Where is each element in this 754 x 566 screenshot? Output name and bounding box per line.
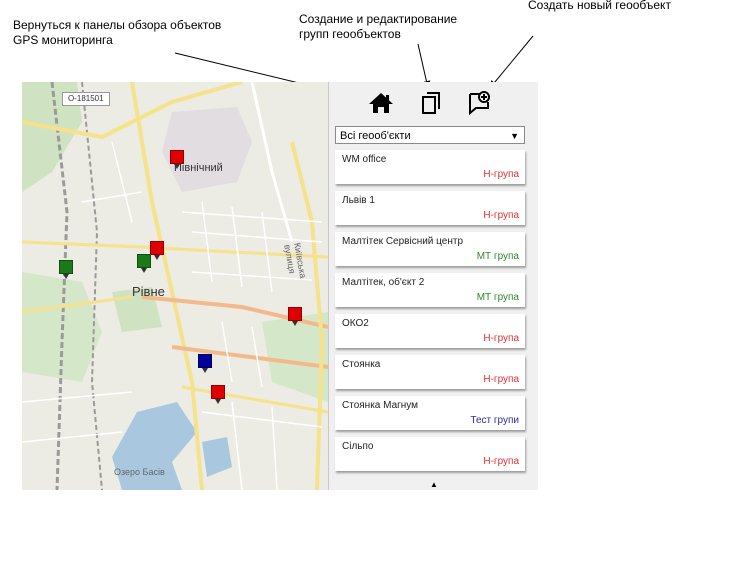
- geoobject-group: Н-група: [483, 169, 519, 180]
- geoobject-name: Львів 1: [342, 195, 375, 206]
- home-button[interactable]: [367, 90, 395, 116]
- geoobject-group: Тест групи: [470, 415, 519, 426]
- geoobject-list: WM office Н-група Львів 1 Н-група Малтіт…: [335, 150, 527, 478]
- geoobject-name: WM office: [342, 154, 387, 165]
- geoobject-group: МТ група: [476, 292, 519, 303]
- geoobject-name: ОКО2: [342, 318, 369, 329]
- scroll-arrow-icon[interactable]: ▲: [329, 480, 539, 490]
- geoobject-group: Н-група: [483, 456, 519, 467]
- geoobject-list-item[interactable]: Сільпо Н-група: [335, 437, 525, 471]
- geoobject-list-item[interactable]: Малтітек Сервісний центр МТ група: [335, 232, 525, 266]
- road-badge: О-181501: [62, 92, 110, 106]
- geoobject-marker[interactable]: [288, 307, 302, 326]
- annotation-create-new: Создать новый геообъект: [528, 0, 671, 12]
- home-icon: [369, 93, 393, 113]
- geoobject-name: Малтітек, об'єкт 2: [342, 277, 425, 288]
- geoobject-list-item[interactable]: ОКО2 Н-група: [335, 314, 525, 348]
- geoobjects-panel: Всі геооб'єкти ▼ WM office Н-група Львів…: [328, 82, 538, 490]
- create-geoobject-button[interactable]: [465, 90, 493, 116]
- geoobject-list-item[interactable]: WM office Н-група: [335, 150, 525, 184]
- map-label-lake: Озеро Басів: [114, 467, 165, 477]
- geoobject-marker[interactable]: [211, 385, 225, 404]
- geoobject-name: Сільпо: [342, 441, 374, 452]
- geoobject-marker[interactable]: [137, 254, 151, 273]
- geoobject-name: Малтітек Сервісний центр: [342, 236, 464, 247]
- geoobject-list-item[interactable]: Стоянка Н-група: [335, 355, 525, 389]
- geoobject-group: МТ група: [476, 251, 519, 262]
- map-label-rivne: Рівне: [132, 284, 165, 299]
- group-filter-value: Всі геооб'єкти: [340, 130, 411, 142]
- geoobject-name: Стоянка Магнум: [342, 400, 419, 411]
- geoobject-marker[interactable]: [198, 354, 212, 373]
- geoobject-list-item[interactable]: Стоянка Магнум Тест групи: [335, 396, 525, 430]
- geoobject-list-item[interactable]: Львів 1 Н-група: [335, 191, 525, 225]
- geoobject-name: Стоянка: [342, 359, 381, 370]
- map-tiles: [22, 82, 328, 490]
- geoobject-group: Н-група: [483, 210, 519, 221]
- geoobject-group: Н-група: [483, 333, 519, 344]
- group-filter-select[interactable]: Всі геооб'єкти ▼: [335, 126, 525, 144]
- copy-icon: [422, 92, 440, 114]
- annotation-groups: Создание и редактирование групп геообъек…: [299, 12, 458, 41]
- geoobject-marker[interactable]: [170, 150, 184, 169]
- panel-toolbar: [329, 82, 539, 122]
- add-geoobject-icon: [469, 91, 490, 115]
- map-view[interactable]: О-181501 Північний Рівне Київська вулиця…: [22, 82, 328, 490]
- dropdown-arrow-icon: ▼: [510, 131, 519, 141]
- groups-button[interactable]: [417, 90, 445, 116]
- geoobject-marker[interactable]: [59, 260, 73, 279]
- annotation-back-overview: Вернуться к панелы обзора объектов GPS м…: [13, 18, 222, 47]
- geoobject-group: Н-група: [483, 374, 519, 385]
- geoobject-list-item[interactable]: Малтітек, об'єкт 2 МТ група: [335, 273, 525, 307]
- geoobject-marker[interactable]: [150, 241, 164, 260]
